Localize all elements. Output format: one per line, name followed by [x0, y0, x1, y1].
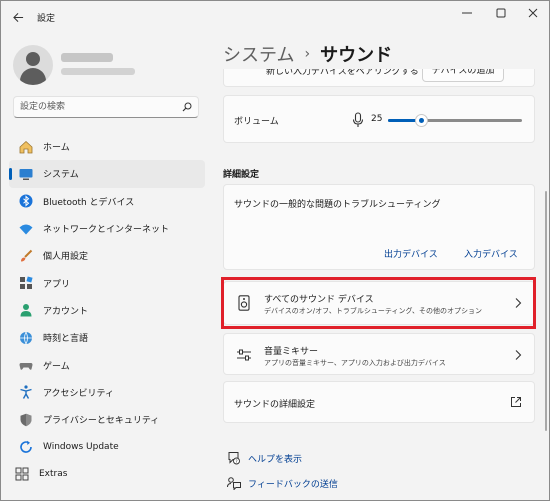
- feedback-icon: [227, 476, 241, 490]
- close-icon: [528, 8, 538, 18]
- back-button[interactable]: [7, 6, 29, 28]
- shield-icon: [19, 413, 33, 427]
- sidebar-item-label: ゲーム: [43, 361, 70, 372]
- brush-icon: [19, 249, 33, 263]
- all-sound-devices-title: すべてのサウンド デバイス: [264, 295, 374, 305]
- search-input[interactable]: [20, 100, 170, 114]
- minimize-button[interactable]: [451, 1, 483, 25]
- sidebar-item-apps[interactable]: アプリ: [9, 269, 205, 296]
- page-title: サウンド: [320, 45, 393, 66]
- sidebar-item-label: Extras: [39, 469, 68, 480]
- sidebar-item-extras[interactable]: Extras: [5, 461, 205, 488]
- chevron-right-icon: [515, 298, 522, 308]
- home-icon: [19, 140, 33, 154]
- user-profile[interactable]: [13, 43, 203, 87]
- sidebar-item-bluetooth[interactable]: Bluetooth とデバイス: [9, 188, 205, 215]
- advanced-sound-settings-title: サウンドの詳細設定: [234, 400, 316, 410]
- volume-slider[interactable]: [388, 114, 522, 127]
- user-name-redacted: [61, 53, 113, 62]
- account-icon: [19, 303, 33, 317]
- advanced-sound-settings-row[interactable]: サウンドの詳細設定: [223, 381, 535, 423]
- chevron-right-icon: [515, 350, 522, 360]
- mixer-sliders-icon: [237, 349, 251, 361]
- maximize-button[interactable]: [485, 1, 517, 25]
- user-email-redacted: [61, 68, 135, 75]
- send-feedback-link[interactable]: フィードバックの送信: [227, 472, 338, 494]
- gaming-icon: [19, 358, 33, 372]
- troubleshoot-card: サウンドの一般的な問題のトラブルシューティング 出力デバイス 入力デバイス: [223, 184, 535, 270]
- input-devices-link[interactable]: 入力デバイス: [464, 247, 518, 260]
- sidebar-item-label: アプリ: [43, 279, 71, 290]
- close-button[interactable]: [517, 1, 549, 25]
- volume-value: 25: [371, 114, 383, 124]
- volume-label: ボリューム: [234, 117, 279, 127]
- section-title-advanced: 詳細設定: [223, 170, 260, 180]
- sidebar-item-home[interactable]: ホーム: [9, 133, 205, 160]
- external-link-icon: [511, 397, 521, 407]
- volume-mixer-title: 音量ミキサー: [264, 347, 319, 357]
- sidebar-item-label: アカウント: [43, 306, 89, 317]
- search-box[interactable]: [13, 96, 199, 118]
- bluetooth-icon: [19, 194, 33, 208]
- sidebar-item-label: プライバシーとセキュリティ: [43, 416, 160, 427]
- app-title: 設定: [37, 14, 56, 24]
- sidebar-item-label: ホーム: [43, 143, 70, 154]
- volume-mixer-row[interactable]: 音量ミキサー アプリの音量ミキサー、アプリの入力および出力デバイス: [223, 333, 535, 375]
- search-icon[interactable]: [182, 102, 192, 112]
- sidebar-item-network[interactable]: ネットワークとインターネット: [9, 215, 205, 242]
- sidebar-item-gaming[interactable]: ゲーム: [9, 351, 205, 378]
- sidebar: ホーム システム Bluetooth とデバイス ネットワークとインターネット: [1, 33, 211, 500]
- microphone-icon[interactable]: [352, 112, 364, 128]
- back-arrow-icon: [12, 12, 23, 22]
- sidebar-item-label: アクセシビリティ: [43, 388, 115, 399]
- sidebar-item-privacy[interactable]: プライバシーとセキュリティ: [9, 406, 205, 433]
- settings-window: 設定 設定の検索 ホーム システム Bluetooth とデバイス ネットワーク…: [0, 0, 550, 501]
- sidebar-item-label: ネットワークとインターネット: [43, 225, 170, 236]
- avatar: [13, 45, 53, 85]
- add-device-button[interactable]: デバイスの追加: [422, 69, 504, 82]
- volume-slider-thumb[interactable]: [415, 114, 428, 127]
- volume-mixer-subtitle: アプリの音量ミキサー、アプリの入力および出力デバイス: [264, 359, 446, 367]
- send-feedback-label: フィードバックの送信: [248, 479, 338, 490]
- breadcrumb: システム › サウンド: [223, 41, 392, 67]
- sidebar-item-windows-update[interactable]: Windows Update: [9, 433, 205, 460]
- help-links: ? ヘルプを表示 フィードバックの送信: [227, 447, 338, 497]
- volume-card: ボリューム 25: [223, 95, 535, 143]
- pair-input-device-row: 新しい入力デバイスをペアリングする デバイスの追加: [223, 69, 535, 87]
- title-bar: 設定: [1, 1, 549, 33]
- sidebar-item-label: システム: [43, 170, 79, 181]
- breadcrumb-chevron-icon: ›: [304, 46, 311, 62]
- all-sound-devices-row[interactable]: すべてのサウンド デバイス デバイスのオン/オフ、トラブルシューティング、その他…: [223, 281, 535, 325]
- help-icon: ?: [227, 451, 241, 465]
- main-content: システム › サウンド 新しい入力デバイスをペアリングする デバイスの追加 ボリ…: [221, 33, 549, 500]
- sidebar-item-label: 個人用設定: [43, 252, 89, 263]
- sidebar-item-accounts[interactable]: アカウント: [9, 297, 205, 324]
- get-help-label: ヘルプを表示: [248, 454, 303, 465]
- sidebar-item-time-language[interactable]: 時刻と言語: [9, 324, 205, 351]
- time-language-icon: [19, 331, 33, 345]
- accessibility-icon: [19, 385, 33, 400]
- apps-icon: [19, 276, 33, 290]
- network-icon: [19, 222, 33, 236]
- output-devices-link[interactable]: 出力デバイス: [384, 247, 438, 260]
- sidebar-item-personalization[interactable]: 個人用設定: [9, 242, 205, 269]
- pair-input-device-label: 新しい入力デバイスをペアリングする: [266, 69, 419, 77]
- minimize-icon: [462, 12, 472, 14]
- sidebar-item-label: 時刻と言語: [43, 334, 89, 345]
- sidebar-item-accessibility[interactable]: アクセシビリティ: [9, 379, 205, 406]
- speaker-device-icon: [238, 295, 250, 311]
- sidebar-item-system[interactable]: システム: [9, 160, 205, 188]
- get-help-link[interactable]: ? ヘルプを表示: [227, 447, 338, 469]
- sidebar-item-label: Windows Update: [43, 441, 119, 452]
- maximize-icon: [496, 8, 506, 18]
- scrollbar[interactable]: [545, 191, 547, 431]
- windows-update-icon: [19, 440, 33, 454]
- all-sound-devices-subtitle: デバイスのオン/オフ、トラブルシューティング、その他のオプション: [264, 307, 482, 315]
- troubleshoot-title: サウンドの一般的な問題のトラブルシューティング: [234, 200, 441, 210]
- sidebar-nav: ホーム システム Bluetooth とデバイス ネットワークとインターネット: [9, 133, 205, 488]
- breadcrumb-system[interactable]: システム: [223, 41, 294, 67]
- system-icon: [19, 167, 33, 181]
- sidebar-item-label: Bluetooth とデバイス: [43, 197, 135, 208]
- extras-icon: [15, 467, 29, 481]
